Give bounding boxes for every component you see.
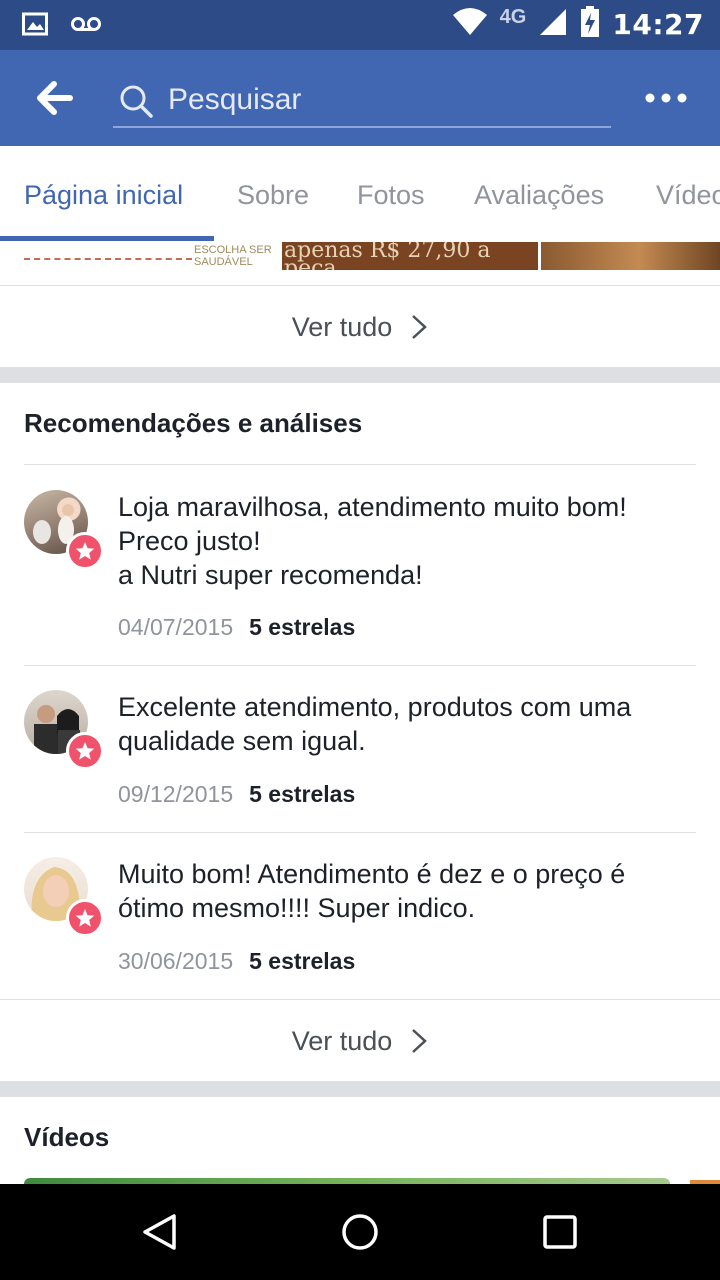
photo-caption: apenas R$ 27,90 a peça <box>284 242 491 270</box>
photo-thumbnail[interactable]: apenas R$ 27,90 a peça <box>282 242 538 270</box>
divider <box>0 285 720 286</box>
reviews-see-all-button[interactable]: Ver tudo <box>0 1001 720 1081</box>
divider <box>24 665 696 666</box>
search-box[interactable] <box>113 72 611 128</box>
more-horizontal-icon <box>645 93 687 103</box>
divider <box>24 832 696 833</box>
see-all-label: Ver tudo <box>291 1025 393 1056</box>
review-meta: 04/07/2015 5 estrelas <box>118 614 355 641</box>
videos-section-title: Vídeos <box>24 1122 110 1152</box>
photos-see-all-button[interactable]: Ver tudo <box>0 287 720 367</box>
back-button[interactable] <box>34 78 74 118</box>
signal-icon <box>538 7 568 42</box>
recommendation-badge <box>66 899 104 937</box>
review-rating: 5 estrelas <box>249 781 356 807</box>
review-item[interactable]: Loja maravilhosa, atendimento muito bom!… <box>24 490 696 666</box>
nav-recents-button[interactable] <box>540 1212 580 1252</box>
divider <box>24 464 696 465</box>
search-input[interactable] <box>168 78 588 122</box>
star-icon <box>75 909 95 927</box>
review-text: Excelente atendimento, produtos com uma … <box>118 692 632 756</box>
chevron-right-icon <box>412 1029 428 1053</box>
chevron-right-icon <box>412 315 428 339</box>
clock: 14:27 <box>612 8 704 41</box>
home-circle-icon <box>342 1214 378 1250</box>
photo-strip: ESCOLHA SER SAUDÁVEL apenas R$ 27,90 a p… <box>0 242 720 270</box>
network-type: 4G <box>499 6 527 28</box>
photo-caption: ESCOLHA SER SAUDÁVEL <box>194 244 272 268</box>
battery-charging-icon <box>580 6 600 43</box>
review-item[interactable]: Excelente atendimento, produtos com uma … <box>24 690 696 833</box>
active-tab-indicator <box>0 236 214 241</box>
section-separator <box>0 1081 720 1097</box>
photo-thumbnail[interactable] <box>24 242 192 260</box>
section-separator <box>0 367 720 383</box>
tab-about[interactable]: Sobre <box>237 180 309 211</box>
review-text: Muito bom! Atendimento é dez e o preço é… <box>118 859 626 923</box>
review-text: Loja maravilhosa, atendimento muito bom!… <box>118 492 627 590</box>
recommendation-badge <box>66 732 104 770</box>
review-date: 30/06/2015 <box>118 948 234 974</box>
wifi-icon <box>452 7 488 42</box>
tab-home[interactable]: Página inicial <box>24 180 183 211</box>
tab-photos[interactable]: Fotos <box>357 180 425 211</box>
tab-reviews[interactable]: Avaliações <box>474 180 604 211</box>
tab-videos[interactable]: Vídeos <box>656 180 720 211</box>
see-all-label: Ver tudo <box>291 311 393 342</box>
photo-thumbnail[interactable] <box>541 242 720 270</box>
review-rating: 5 estrelas <box>249 614 356 640</box>
review-item[interactable]: Muito bom! Atendimento é dez e o preço é… <box>24 857 696 999</box>
recommendation-badge <box>66 532 104 570</box>
review-date: 04/07/2015 <box>118 614 234 640</box>
review-meta: 09/12/2015 5 estrelas <box>118 781 355 808</box>
voicemail-icon <box>70 12 102 41</box>
app-root: 4G 14:27 Pesquisar Página inicial Sobre … <box>0 0 720 1280</box>
status-bar: 4G 14:27 <box>0 0 720 50</box>
review-rating: 5 estrelas <box>249 948 356 974</box>
image-icon <box>22 12 48 41</box>
search-icon <box>120 85 153 118</box>
back-triangle-icon <box>143 1214 176 1250</box>
nav-home-button[interactable] <box>340 1212 380 1252</box>
more-options-button[interactable] <box>640 84 692 112</box>
star-icon <box>75 742 95 760</box>
review-meta: 30/06/2015 5 estrelas <box>118 948 355 975</box>
divider <box>0 999 720 1000</box>
recents-square-icon <box>543 1215 577 1249</box>
star-icon <box>75 542 95 560</box>
page-tabs: Página inicial Sobre Fotos Avaliações Ví… <box>0 146 720 242</box>
photo-thumbnail[interactable]: ESCOLHA SER SAUDÁVEL <box>194 242 280 268</box>
system-nav-bar <box>0 1184 720 1280</box>
back-arrow-icon <box>37 81 73 115</box>
nav-back-button[interactable] <box>140 1212 180 1252</box>
top-app-bar <box>0 50 720 146</box>
reviews-section-title: Recomendações e análises <box>24 408 363 438</box>
review-date: 09/12/2015 <box>118 781 234 807</box>
